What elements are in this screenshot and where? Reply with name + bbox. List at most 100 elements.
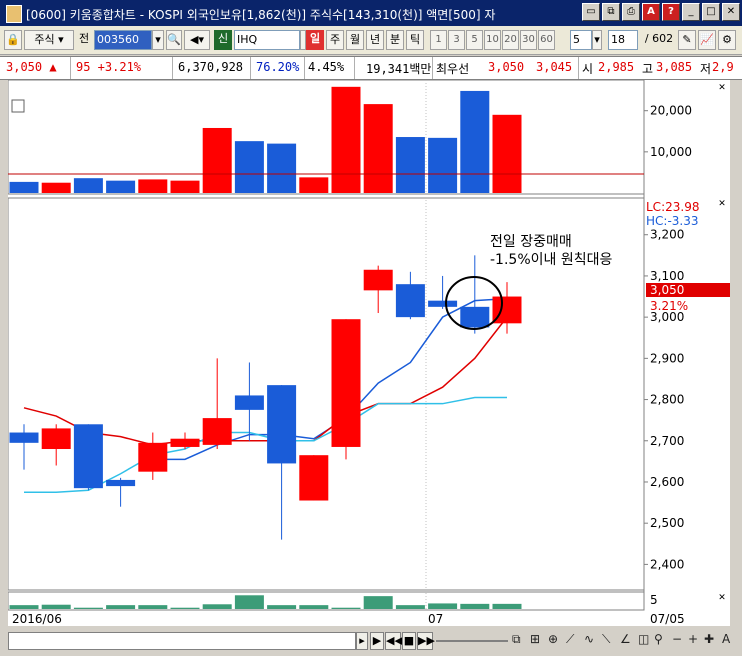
market-select[interactable]: 주식 ▾ bbox=[24, 30, 74, 50]
line-tool-icon[interactable]: ⟋ bbox=[566, 632, 574, 647]
candle-body bbox=[363, 269, 393, 291]
bottom-bar: ▸ ▶ ◀◀ ■ ▶▶ ⧉ ⊞ ⊕ ⟋ ∿ ⟍ ∠ ◫ ⚲ − + ✚ A bbox=[0, 628, 742, 656]
alert-icon[interactable]: A bbox=[642, 3, 660, 21]
sub-volume-bar bbox=[363, 596, 393, 609]
trade-amount: 19,341백만 bbox=[366, 62, 432, 76]
minute-button-1[interactable]: 3 bbox=[448, 30, 465, 50]
chart-svg[interactable]: 10,000 20,000 2,400 2,500 2,600 2,700 2,800 2,9… bbox=[7, 79, 730, 626]
search-icon[interactable]: 🔍 bbox=[166, 30, 182, 50]
zoom-in-icon[interactable]: + bbox=[688, 632, 698, 646]
print-icon[interactable]: ⎙ bbox=[622, 3, 640, 21]
candle bbox=[299, 455, 329, 501]
settings-icon[interactable]: ⚙ bbox=[718, 30, 736, 50]
zoom-out-icon[interactable]: − bbox=[672, 632, 682, 646]
candle-body bbox=[234, 395, 264, 410]
grid-icon[interactable]: ⊞ bbox=[530, 632, 540, 646]
candle-body bbox=[106, 479, 136, 487]
camera-icon[interactable]: ◫ bbox=[638, 632, 649, 646]
sub-volume-bar bbox=[460, 603, 490, 609]
magnifier-icon[interactable]: ⚲ bbox=[654, 632, 663, 646]
pane-menu-icon[interactable] bbox=[11, 99, 25, 113]
turnover: 4.45% bbox=[308, 60, 345, 74]
lock-icon[interactable]: 🔒 bbox=[4, 30, 22, 50]
period-button-1[interactable]: 주 bbox=[326, 30, 344, 50]
scroll-right-button[interactable]: ▸ bbox=[356, 632, 368, 650]
annotation-line1: 전일 장중매매 bbox=[490, 234, 572, 250]
rewind-icon[interactable]: ◀◀ bbox=[385, 632, 403, 650]
period-button-4[interactable]: 분 bbox=[386, 30, 404, 50]
screen-icon[interactable]: ▭ bbox=[582, 3, 600, 21]
period-button-2[interactable]: 월 bbox=[346, 30, 364, 50]
candle-body bbox=[395, 284, 425, 318]
chart-area[interactable]: 10,000 20,000 2,400 2,500 2,600 2,700 2,800 2,9… bbox=[7, 79, 730, 626]
volume-bar bbox=[267, 143, 297, 193]
angle-tool-icon[interactable]: ∠ bbox=[620, 632, 631, 646]
candle-body bbox=[170, 438, 200, 447]
toolbar: 🔒 주식 ▾ 전 003560 ▾ 🔍 ◀▾ 신 IHQ 일주월년분틱 1351… bbox=[0, 26, 742, 55]
speaker-icon[interactable]: ◀▾ bbox=[184, 30, 210, 50]
minute-button-5[interactable]: 30 bbox=[520, 30, 537, 50]
tools-icon[interactable]: ✎ bbox=[678, 30, 696, 50]
wave-tool-icon[interactable]: ∿ bbox=[584, 632, 594, 646]
sub-pane-close-icon[interactable]: ✕ bbox=[718, 593, 726, 603]
window-title: [0600] 키움종합차트 - KOSPI 외국인보유[1,862(천)] 주식… bbox=[26, 8, 496, 22]
horizontal-scrollbar[interactable] bbox=[8, 632, 356, 650]
play-icon[interactable]: ▶ bbox=[370, 632, 384, 650]
volume-bar bbox=[395, 137, 425, 193]
copy-icon[interactable]: ⧉ bbox=[602, 3, 620, 21]
minute-button-4[interactable]: 20 bbox=[502, 30, 519, 50]
page-input[interactable]: 18 bbox=[608, 30, 638, 50]
chart-type-icon[interactable]: 📈 bbox=[698, 30, 716, 50]
volume-y-tick: 20,000 bbox=[650, 104, 692, 118]
sub-volume-bar bbox=[331, 607, 361, 609]
sub-volume-bar bbox=[106, 605, 136, 609]
cross-icon[interactable]: ✚ bbox=[704, 632, 714, 646]
candle-body bbox=[428, 300, 458, 307]
app-icon bbox=[6, 5, 22, 23]
sub-volume-bar bbox=[202, 604, 232, 609]
pane-close-icon[interactable]: ✕ bbox=[718, 83, 726, 93]
zoom-box-icon[interactable]: ⧉ bbox=[512, 632, 521, 647]
quote-bar: 3,050 ▲ 95 +3.21% 6,370,928 76.20% 4.45%… bbox=[0, 56, 742, 80]
volume-bar bbox=[202, 127, 232, 193]
volume-y-tick: 10,000 bbox=[650, 145, 692, 159]
fast-forward-icon[interactable]: ▶▶ bbox=[417, 632, 435, 650]
minute-button-3[interactable]: 10 bbox=[484, 30, 501, 50]
sub-volume-bar bbox=[492, 603, 522, 609]
window-titlebar: [0600] 키움종합차트 - KOSPI 외국인보유[1,862(천)] 주식… bbox=[0, 0, 742, 26]
axis-icon[interactable]: A bbox=[722, 632, 730, 646]
price-pane-close-icon[interactable]: ✕ bbox=[718, 199, 726, 209]
zoom-slider[interactable] bbox=[436, 640, 508, 642]
stock-dropdown-button[interactable]: ▾ bbox=[152, 30, 164, 50]
minute-button-6[interactable]: 60 bbox=[538, 30, 555, 50]
trend-tool-icon[interactable]: ⟍ bbox=[602, 632, 610, 647]
minute-button-2[interactable]: 5 bbox=[466, 30, 483, 50]
sub-volume-bar bbox=[299, 605, 329, 609]
minimize-icon[interactable]: _ bbox=[682, 3, 700, 21]
period-button-3[interactable]: 년 bbox=[366, 30, 384, 50]
price-y-tick: 2,400 bbox=[650, 557, 684, 571]
high-label: 고 bbox=[642, 62, 654, 76]
count-dropdown[interactable]: ▾ bbox=[592, 30, 602, 50]
maximize-icon[interactable]: □ bbox=[702, 3, 720, 21]
x-label-start: 2016/06 bbox=[12, 612, 62, 626]
volume-ratio: 76.20% bbox=[256, 60, 300, 74]
volume-bar bbox=[41, 182, 71, 193]
count-field[interactable]: 5 bbox=[570, 30, 592, 50]
minute-button-0[interactable]: 1 bbox=[430, 30, 447, 50]
period-button-0[interactable]: 일 bbox=[306, 30, 324, 50]
stop-icon[interactable]: ■ bbox=[402, 632, 416, 650]
period-button-5[interactable]: 틱 bbox=[406, 30, 424, 50]
help-icon[interactable]: ? bbox=[662, 3, 680, 21]
volume-pane bbox=[7, 79, 645, 195]
volume-bar bbox=[170, 180, 200, 193]
close-icon[interactable]: ✕ bbox=[722, 3, 740, 21]
open-price: 2,985 bbox=[598, 60, 635, 74]
bid-price: 3,045 bbox=[536, 60, 573, 74]
candle-body bbox=[9, 432, 39, 443]
stock-code-input[interactable]: 003560 bbox=[94, 30, 152, 50]
volume: 6,370,928 bbox=[178, 60, 244, 74]
volume-bar bbox=[492, 114, 522, 193]
crosshair-icon[interactable]: ⊕ bbox=[548, 632, 558, 646]
price-y-tick: 2,900 bbox=[650, 351, 684, 365]
